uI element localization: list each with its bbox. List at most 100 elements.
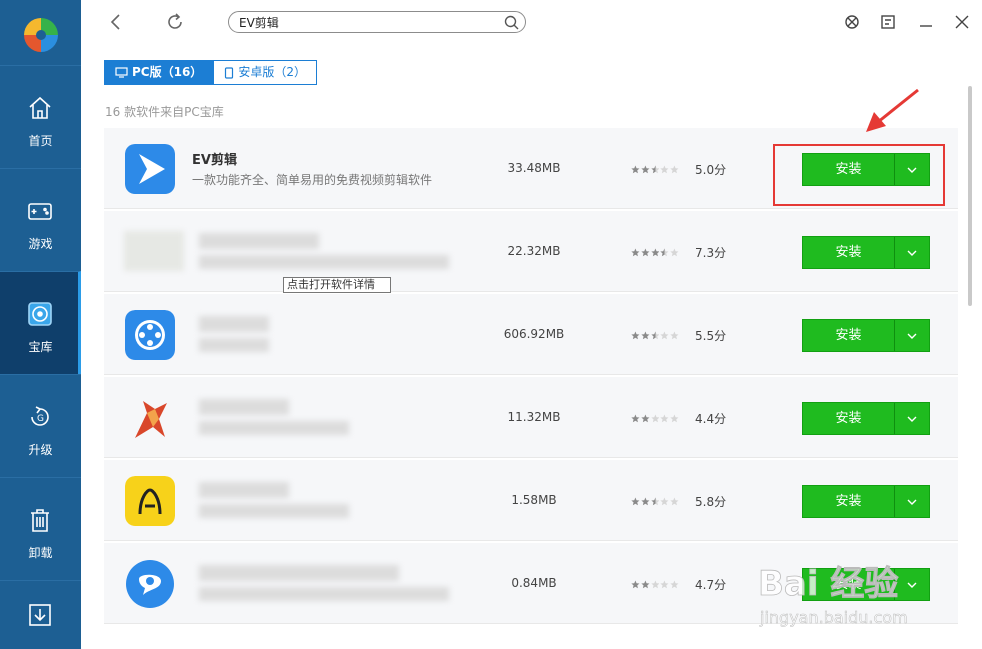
star-icon: [670, 414, 679, 423]
disc-icon: [28, 302, 52, 326]
sidebar-item-download[interactable]: [0, 580, 81, 649]
close-icon[interactable]: [951, 11, 973, 33]
install-dropdown[interactable]: [895, 320, 929, 351]
star-icon: [650, 165, 660, 174]
baidu-watermark: Bai 经验 jingyan.baidu.com: [758, 564, 908, 628]
app-score: 4.4分: [695, 412, 727, 426]
star-icon: [641, 580, 650, 589]
app-size: 22.32MB: [507, 244, 561, 258]
sidebar: 首页 游戏 宝库 G 升级 卸载: [0, 0, 81, 649]
star-icon: [641, 248, 650, 257]
scrollbar[interactable]: [968, 86, 972, 306]
star-icon: [650, 414, 660, 423]
tab-android[interactable]: 安卓版（2）: [213, 60, 317, 85]
blurred-name: [199, 316, 269, 332]
minimize-icon[interactable]: [915, 11, 937, 33]
list-item[interactable]: 11.32MB 4.4分 安装: [104, 377, 958, 458]
star-icon: [660, 580, 669, 589]
rating-stars: [631, 331, 679, 341]
app-score: 7.3分: [695, 246, 727, 260]
sidebar-item-uninstall[interactable]: 卸载: [0, 477, 81, 580]
app-logo-icon: [24, 18, 58, 52]
star-icon: [631, 414, 640, 423]
star-icon: [650, 248, 660, 257]
sidebar-item-home[interactable]: 首页: [0, 65, 81, 168]
star-icon: [631, 580, 640, 589]
star-icon: [631, 331, 640, 340]
tab-pc[interactable]: PC版（16）: [104, 60, 214, 85]
install-button[interactable]: 安装: [802, 402, 930, 435]
sidebar-item-label: 升级: [28, 443, 53, 457]
star-icon: [641, 414, 650, 423]
star-icon: [641, 331, 650, 340]
sidebar-item-upgrade[interactable]: G 升级: [0, 374, 81, 477]
watermark-brand: Bai 经验: [758, 564, 898, 604]
app-name[interactable]: EV剪辑: [192, 149, 237, 168]
list-item[interactable]: 606.92MB 5.5分 安装: [104, 294, 958, 375]
ev-play-icon: [125, 144, 175, 194]
sidebar-item-label: 宝库: [28, 340, 53, 354]
blurred-name: [199, 482, 289, 498]
app-size: 1.58MB: [511, 493, 557, 507]
tab-label: 安卓版（2）: [238, 65, 306, 79]
list-item[interactable]: 1.58MB 5.8分 安装: [104, 460, 958, 541]
phone-icon: [225, 66, 234, 79]
star-icon: [650, 580, 660, 589]
rating-stars: [631, 165, 679, 175]
install-button[interactable]: 安装: [802, 236, 930, 269]
blurred-desc: [199, 421, 349, 435]
sidebar-item-treasury[interactable]: 宝库: [0, 271, 81, 374]
install-dropdown[interactable]: [895, 486, 929, 517]
chevron-down-icon: [907, 333, 917, 339]
sidebar-item-label: 游戏: [28, 237, 53, 251]
search-input[interactable]: [239, 14, 499, 30]
app-score: 5.0分: [695, 163, 727, 177]
install-dropdown[interactable]: [895, 403, 929, 434]
blurred-desc: [199, 504, 349, 518]
install-button[interactable]: 安装: [802, 485, 930, 518]
star-icon: [670, 331, 679, 340]
app-size: 606.92MB: [503, 327, 565, 341]
back-icon[interactable]: [105, 11, 127, 33]
tab-label: PC版（16）: [132, 65, 203, 79]
watermark-url: jingyan.baidu.com: [759, 608, 908, 627]
install-label: 安装: [803, 320, 895, 351]
list-item[interactable]: 22.32MB 7.3分 安装: [104, 211, 958, 292]
app-size: 11.32MB: [507, 410, 561, 424]
star-icon: [650, 331, 660, 340]
rating-stars: [631, 414, 679, 424]
blurred-name: [199, 233, 319, 249]
sidebar-item-label: 首页: [28, 134, 53, 148]
trash-icon: [31, 509, 49, 532]
sidebar-item-games[interactable]: 游戏: [0, 168, 81, 271]
install-label: 安装: [803, 486, 895, 517]
app-size: 33.48MB: [507, 161, 561, 175]
star-icon: [631, 165, 640, 174]
skin-icon[interactable]: [841, 11, 863, 33]
star-icon: [631, 497, 640, 506]
star-icon: [670, 580, 679, 589]
install-dropdown[interactable]: [895, 237, 929, 268]
monitor-icon: [115, 67, 128, 78]
chevron-down-icon: [907, 250, 917, 256]
topbar: [81, 0, 982, 44]
menu-icon[interactable]: [877, 11, 899, 33]
blurred-desc: [199, 338, 269, 352]
chevron-down-icon: [907, 416, 917, 422]
red-arrow-icon: [866, 88, 919, 132]
app-score: 5.8分: [695, 495, 727, 509]
star-icon: [660, 414, 669, 423]
install-button[interactable]: 安装: [802, 319, 930, 352]
yellow-app-icon: [125, 476, 175, 526]
download-icon: [29, 604, 51, 626]
upgrade-icon: G: [31, 406, 49, 426]
search-icon[interactable]: [504, 15, 519, 30]
blurred-name: [199, 399, 289, 415]
blurred-app-icon: [124, 231, 184, 271]
refresh-icon[interactable]: [164, 11, 186, 33]
rating-stars: [631, 248, 679, 258]
svg-text:G: G: [37, 414, 44, 424]
install-label: 安装: [803, 403, 895, 434]
tooltip: 点击打开软件详情: [283, 277, 391, 293]
star-icon: [670, 497, 679, 506]
